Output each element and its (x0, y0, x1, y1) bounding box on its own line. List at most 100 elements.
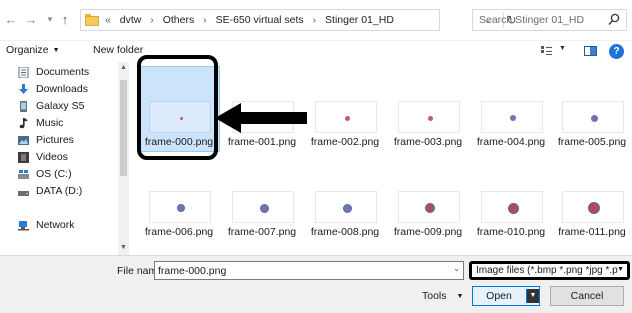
file-name-label: frame-009.png (393, 226, 463, 238)
image-thumbnail (149, 191, 211, 223)
organize-label: Organize (6, 44, 49, 56)
image-thumbnail (315, 191, 377, 223)
breadcrumb: « dvtw › Others › SE-650 virtual sets › … (105, 14, 394, 28)
file-item[interactable]: frame-009.png (388, 157, 468, 241)
file-item[interactable]: frame-007.png (222, 157, 302, 241)
view-options-caret-icon[interactable]: ▼ (559, 45, 566, 52)
documents-icon (18, 67, 29, 78)
file-name-label: frame-004.png (476, 136, 546, 148)
search-box[interactable] (472, 9, 627, 31)
scroll-down-icon[interactable]: ▼ (120, 244, 127, 251)
scrollbar-thumb[interactable] (120, 80, 127, 176)
sidebar-item-label: OS (C:) (36, 168, 72, 180)
navigation-bar: ← → ▼ ↑ « dvtw › Others › SE-650 virtual… (0, 0, 632, 40)
up-arrow-icon[interactable]: ↑ (58, 12, 72, 28)
forward-arrow-icon[interactable]: → (24, 12, 38, 28)
breadcrumb-item[interactable]: dvtw (120, 14, 142, 26)
tools-label: Tools (422, 290, 447, 302)
back-arrow-icon[interactable]: ← (4, 12, 18, 28)
file-name-dropdown-chevron-icon[interactable]: ⌄ (453, 264, 460, 273)
file-type-select[interactable]: Image files (*.bmp *.png *jpg *.p ▼ (469, 261, 630, 280)
thumbnail-dot (344, 115, 350, 121)
file-type-value: Image files (*.bmp *.png *jpg *.p (476, 265, 618, 276)
file-name-label: frame-003.png (393, 136, 463, 148)
image-thumbnail (398, 191, 460, 223)
scroll-up-icon[interactable]: ▲ (120, 64, 127, 71)
downloads-icon (19, 84, 28, 94)
image-thumbnail (398, 101, 460, 133)
thumbnail-dot (507, 202, 519, 214)
recent-locations-chevron-icon[interactable]: ▼ (43, 12, 57, 28)
search-input[interactable] (473, 10, 603, 30)
organize-button[interactable]: Organize ▼ (6, 44, 60, 56)
thumbnail-dot (177, 204, 185, 212)
drive-icon (18, 170, 29, 179)
dialog-footer: File name: ⌄ Image files (*.bmp *.png *j… (0, 255, 632, 313)
image-thumbnail (232, 191, 294, 223)
sidebar-item-label: Documents (36, 66, 90, 78)
file-name-label: frame-001.png (227, 136, 297, 148)
thumbnail-dot (590, 114, 598, 122)
file-item[interactable]: frame-006.png (139, 157, 219, 241)
sidebar-item-label: Music (36, 117, 64, 129)
folder-icon (85, 14, 99, 26)
image-thumbnail (315, 101, 377, 133)
caret-down-icon: ▼ (52, 47, 60, 54)
sidebar-item-label: Galaxy S5 (36, 100, 85, 112)
image-thumbnail (562, 191, 624, 223)
file-item[interactable]: frame-011.png (552, 157, 632, 241)
annotation-highlight-box (137, 55, 218, 160)
preview-pane-icon[interactable] (584, 46, 597, 56)
file-name-label: frame-006.png (144, 226, 214, 238)
breadcrumb-chevron-icon[interactable]: › (313, 14, 317, 26)
breadcrumb-chevron-icon[interactable]: › (150, 14, 154, 26)
file-name-label: frame-002.png (310, 136, 380, 148)
file-item[interactable]: frame-005.png (552, 67, 632, 151)
image-thumbnail (481, 101, 543, 133)
image-thumbnail (481, 191, 543, 223)
address-bar[interactable]: « dvtw › Others › SE-650 virtual sets › … (80, 9, 517, 31)
navigation-pane: Documents Downloads Galaxy S5 Music Pict… (0, 62, 118, 255)
image-thumbnail (562, 101, 624, 133)
open-label: Open (486, 290, 512, 302)
thumbnail-dot (510, 115, 516, 121)
breadcrumb-overflow[interactable]: « (105, 14, 111, 26)
music-icon (19, 118, 28, 129)
breadcrumb-item[interactable]: SE-650 virtual sets (216, 14, 304, 26)
file-name-label: frame-008.png (310, 226, 380, 238)
file-name-label: frame-010.png (476, 226, 546, 238)
file-name-label: frame-007.png (227, 226, 297, 238)
sidebar-item-label: Network (36, 219, 75, 231)
search-icon[interactable] (608, 13, 620, 26)
pictures-icon (18, 136, 29, 145)
breadcrumb-item[interactable]: Stinger 01_HD (325, 14, 394, 26)
phone-icon (20, 101, 27, 112)
file-name-label: frame-011.png (558, 226, 626, 238)
open-options-caret-icon[interactable]: ▼ (526, 289, 539, 303)
help-icon[interactable]: ? (609, 44, 624, 59)
tools-button[interactable]: Tools ▼ (422, 290, 463, 302)
file-name-label: frame-005.png (557, 136, 627, 148)
file-name-field[interactable]: ⌄ (154, 261, 464, 280)
cancel-button[interactable]: Cancel (550, 286, 624, 306)
change-view-icon[interactable] (541, 46, 552, 56)
file-item[interactable]: frame-004.png (471, 67, 551, 151)
command-bar: Organize ▼ New folder ▼ ? (0, 40, 632, 62)
videos-icon (18, 152, 29, 163)
sidebar-item-label: Downloads (36, 83, 88, 95)
new-folder-button[interactable]: New folder (93, 44, 143, 56)
caret-down-icon: ▼ (456, 293, 464, 300)
network-icon (18, 221, 29, 231)
caret-down-icon: ▼ (617, 266, 624, 273)
sidebar-item-label: DATA (D:) (36, 185, 83, 197)
file-item[interactable]: frame-003.png (388, 67, 468, 151)
file-item[interactable]: frame-010.png (471, 157, 551, 241)
breadcrumb-chevron-icon[interactable]: › (203, 14, 207, 26)
thumbnail-dot (427, 115, 433, 121)
open-button[interactable]: Open ▼ (472, 286, 540, 306)
thumbnail-dot (425, 203, 435, 213)
breadcrumb-item[interactable]: Others (163, 14, 195, 26)
file-item[interactable]: frame-002.png (305, 67, 385, 151)
file-name-input[interactable] (155, 262, 447, 279)
file-item[interactable]: frame-008.png (305, 157, 385, 241)
